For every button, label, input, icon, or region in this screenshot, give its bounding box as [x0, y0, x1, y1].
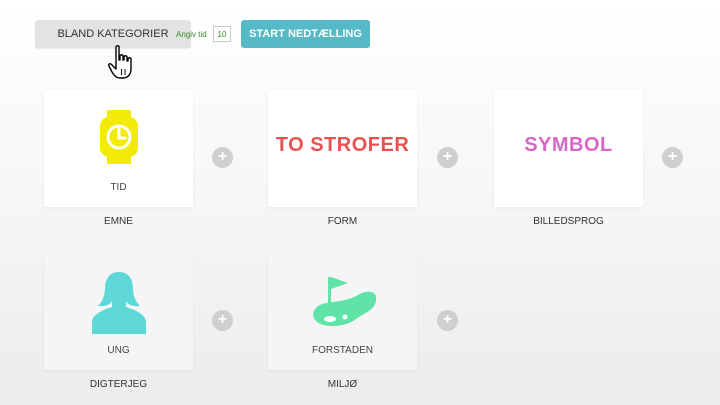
card-miljo[interactable]: FORSTADEN: [268, 253, 417, 370]
category-label: EMNE: [104, 216, 133, 227]
card-emne[interactable]: TID: [44, 90, 193, 207]
card-value: UNG: [107, 345, 130, 356]
card-value: SYMBOL: [524, 134, 613, 156]
add-plus-icon[interactable]: +: [437, 310, 458, 331]
shuffle-categories-button[interactable]: BLAND KATEGORIER: [35, 20, 191, 48]
category-label: DIGTERJEG: [89, 379, 148, 390]
card-value: TO STROFER: [275, 134, 410, 156]
watch-icon: [99, 110, 138, 164]
golf-flag-icon: [312, 277, 376, 327]
card-digterjeg[interactable]: UNG: [44, 253, 193, 370]
add-plus-icon[interactable]: +: [437, 147, 458, 168]
add-plus-icon[interactable]: +: [212, 310, 233, 331]
time-input[interactable]: 10: [213, 26, 231, 42]
start-countdown-button[interactable]: START NEDTÆLLING: [241, 20, 370, 48]
category-label: FORM: [327, 216, 358, 227]
add-plus-icon[interactable]: +: [662, 147, 683, 168]
add-plus-icon[interactable]: +: [212, 147, 233, 168]
card-value: FORSTADEN: [312, 345, 373, 356]
time-label: Angiv tid: [176, 30, 207, 39]
card-value: TID: [110, 182, 127, 193]
card-billedsprog[interactable]: SYMBOL: [494, 90, 643, 207]
person-icon: [91, 272, 146, 334]
category-label: BILLEDSPROG: [533, 216, 604, 227]
hand-cursor-icon: [108, 45, 132, 79]
category-label: MILJØ: [327, 379, 358, 390]
card-form[interactable]: TO STROFER: [268, 90, 417, 207]
